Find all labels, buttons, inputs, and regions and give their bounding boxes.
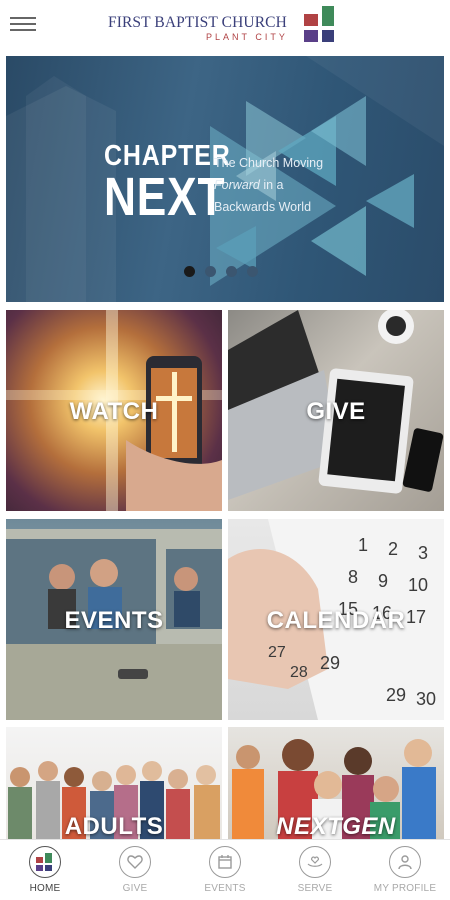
events-tile-label: EVENTS	[64, 607, 164, 634]
hands-heart-icon	[299, 846, 331, 878]
church-cross-logo-icon	[304, 6, 340, 42]
hero-tagline-line2: Forward in a	[214, 174, 323, 196]
nav-events[interactable]: EVENTS	[180, 840, 270, 900]
svg-text:27: 27	[268, 644, 286, 661]
svg-text:29: 29	[320, 653, 340, 673]
nav-my-profile[interactable]: MY PROFILE	[360, 840, 450, 900]
hero-tagline-line3: Backwards World	[214, 200, 312, 214]
svg-text:3: 3	[418, 543, 428, 563]
carousel-dot-1[interactable]	[184, 266, 195, 277]
nav-events-label: EVENTS	[204, 883, 246, 894]
nextgen-tile-label: NEXTGEN	[276, 813, 396, 839]
app-header: FIRST BAPTIST CHURCH PLANT CITY	[0, 0, 450, 52]
nav-serve-label: SERVE	[297, 883, 333, 894]
hero-tagline-in-a: in a	[259, 178, 284, 192]
bottom-navigation-bar: HOME GIVE EVENTS SERVE MY PROFILE	[0, 839, 450, 900]
adults-tile-label: ADULTS	[64, 813, 164, 839]
svg-text:29: 29	[386, 685, 406, 705]
hero-tagline: The Church Moving Forward in a Backwards…	[214, 152, 323, 218]
heart-icon	[119, 846, 151, 878]
person-icon	[389, 846, 421, 878]
nav-my-profile-label: MY PROFILE	[373, 883, 437, 894]
logo-title: FIRST BAPTIST CHURCH	[108, 14, 287, 31]
nav-home-label: HOME	[29, 883, 61, 894]
give-tile-label: GIVE	[306, 398, 366, 425]
hero-banner-carousel[interactable]: CHAPTER NEXT The Church Moving Forward i…	[6, 56, 444, 302]
watch-tile-label: WATCH	[69, 398, 159, 425]
events-tile[interactable]: EVENTS	[6, 519, 222, 720]
watch-tile[interactable]: WATCH	[6, 310, 222, 511]
hero-tagline-forward: Forward	[214, 178, 260, 192]
nav-give-label: GIVE	[122, 883, 148, 894]
svg-text:8: 8	[348, 567, 358, 587]
logo-subtitle: PLANT CITY	[206, 32, 288, 42]
calendar-tile[interactable]: 123 8 9 10 15 16 17 27 28 29 29 30 CALENDAR	[228, 519, 444, 720]
calendar-icon	[209, 846, 241, 878]
calendar-tile-label: CALENDAR	[266, 607, 406, 634]
svg-text:9: 9	[378, 571, 388, 591]
hero-title-next: NEXT	[104, 167, 226, 227]
svg-text:10: 10	[408, 575, 428, 595]
hero-tagline-line1: The Church Moving	[214, 156, 324, 170]
svg-text:2: 2	[388, 539, 398, 559]
carousel-pagination	[184, 266, 258, 277]
svg-text:30: 30	[416, 689, 436, 709]
nav-serve[interactable]: SERVE	[270, 840, 360, 900]
church-logo-icon	[29, 846, 61, 878]
carousel-dot-4[interactable]	[247, 266, 258, 277]
adults-tile[interactable]: ADULTS	[6, 727, 222, 839]
carousel-dot-2[interactable]	[205, 266, 216, 277]
nextgen-tile[interactable]: NEXTGEN	[228, 727, 444, 839]
nav-home[interactable]: HOME	[0, 840, 90, 900]
hamburger-menu-icon[interactable]	[10, 14, 36, 36]
carousel-dot-3[interactable]	[226, 266, 237, 277]
give-tile[interactable]: GIVE	[228, 310, 444, 511]
svg-text:1: 1	[358, 535, 368, 555]
nav-give[interactable]: GIVE	[90, 840, 180, 900]
svg-text:28: 28	[290, 664, 308, 681]
church-logo[interactable]: FIRST BAPTIST CHURCH PLANT CITY	[108, 6, 344, 46]
